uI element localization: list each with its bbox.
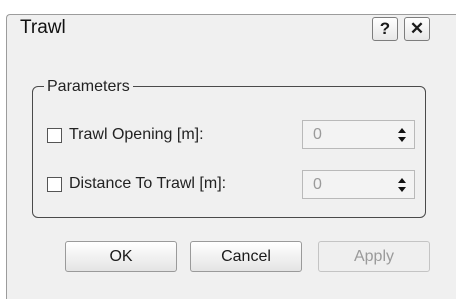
- distance-to-trawl-checkbox[interactable]: [47, 176, 62, 192]
- trawl-opening-checkbox[interactable]: [47, 127, 62, 143]
- help-icon: ?: [379, 19, 391, 38]
- distance-to-trawl-label[interactable]: Distance To Trawl [m]:: [69, 175, 226, 193]
- help-button[interactable]: ?: [372, 17, 398, 41]
- spin-down-icon[interactable]: [398, 137, 406, 142]
- distance-to-trawl-row: Distance To Trawl [m]:: [47, 175, 226, 193]
- spin-up-icon[interactable]: [398, 128, 406, 133]
- spin-up-icon[interactable]: [398, 178, 406, 183]
- ok-button[interactable]: OK: [65, 241, 177, 272]
- parameters-group-label: Parameters: [44, 78, 133, 96]
- trawl-opening-label[interactable]: Trawl Opening [m]:: [69, 126, 204, 144]
- cancel-button[interactable]: Cancel: [190, 241, 302, 272]
- apply-button[interactable]: Apply: [318, 241, 430, 272]
- distance-to-trawl-spinbox[interactable]: 0: [302, 170, 415, 199]
- close-button[interactable]: ✕: [404, 17, 430, 41]
- distance-to-trawl-value: 0: [313, 176, 322, 193]
- dialog-title: Trawl: [20, 17, 66, 38]
- trawl-opening-spinbox[interactable]: 0: [302, 120, 415, 149]
- spin-down-icon[interactable]: [398, 187, 406, 192]
- close-icon: ✕: [409, 19, 425, 38]
- trawl-opening-value: 0: [313, 126, 322, 143]
- trawl-opening-row: Trawl Opening [m]:: [47, 126, 204, 144]
